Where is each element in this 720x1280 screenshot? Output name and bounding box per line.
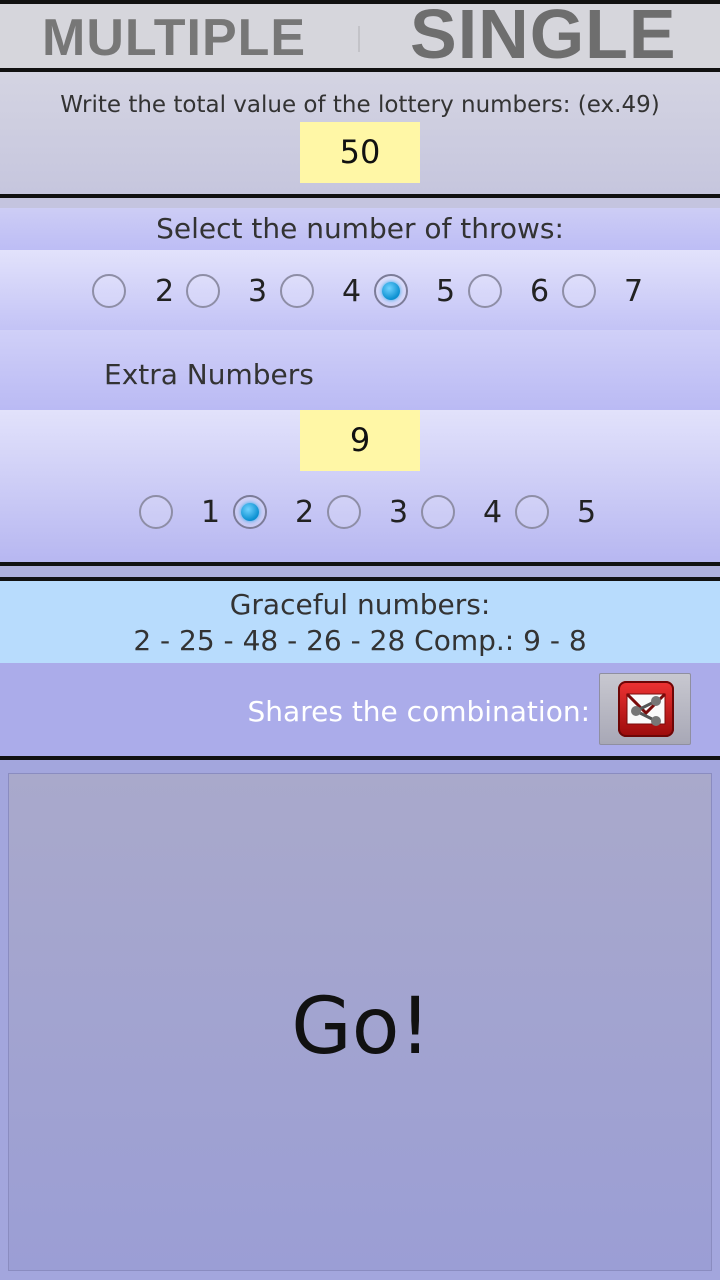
extra-option-label: 5	[577, 495, 597, 530]
tab-single[interactable]: SINGLE	[410, 0, 677, 74]
extra-option-label: 2	[295, 495, 315, 530]
extra-title-row: Extra Numbers	[0, 330, 720, 410]
throws-option-label: 7	[624, 274, 644, 309]
extra-option-label: 1	[201, 495, 221, 530]
extra-radio-1[interactable]	[139, 495, 173, 529]
go-button[interactable]: Go!	[8, 773, 712, 1271]
throws-title-row: Select the number of throws:	[0, 208, 720, 250]
throws-radio-7[interactable]	[562, 274, 596, 308]
tab-bar: MULTIPLE SINGLE	[0, 0, 720, 73]
total-label: Write the total value of the lottery num…	[60, 92, 660, 118]
share-button[interactable]	[599, 673, 691, 745]
total-section: Write the total value of the lottery num…	[0, 72, 720, 194]
graceful-title: Graceful numbers:	[229, 588, 491, 621]
extra-radio-4[interactable]	[421, 495, 455, 529]
extra-radio-3[interactable]	[327, 495, 361, 529]
extra-radio-5[interactable]	[515, 495, 549, 529]
graceful-numbers: 2 - 25 - 48 - 26 - 28 Comp.: 9 - 8	[133, 624, 587, 657]
tab-divider	[358, 26, 360, 52]
share-label: Shares the combination:	[247, 695, 590, 728]
throws-radio-4[interactable]	[280, 274, 314, 308]
spacer	[0, 198, 720, 208]
share-row: Shares the combination:	[0, 663, 720, 756]
extra-option-label: 4	[483, 495, 503, 530]
extra-input[interactable]: 9	[300, 410, 420, 471]
throws-radio-5[interactable]	[374, 274, 408, 308]
share-mail-icon	[618, 681, 674, 737]
extra-numbers-label: Extra Numbers	[104, 358, 314, 391]
throws-radio-group: 2 3 4 5 6 7	[0, 250, 720, 330]
throws-radio-3[interactable]	[186, 274, 220, 308]
throws-radio-6[interactable]	[468, 274, 502, 308]
go-label: Go!	[291, 982, 431, 1072]
throws-option-label: 4	[342, 274, 362, 309]
extra-option-label: 3	[389, 495, 409, 530]
tab-multiple[interactable]: MULTIPLE	[42, 8, 306, 68]
throws-option-label: 6	[530, 274, 550, 309]
throws-label: Select the number of throws:	[156, 212, 564, 245]
throws-radio-2[interactable]	[92, 274, 126, 308]
extra-section: 9 1 2 3 4 5	[0, 410, 720, 562]
throws-option-label: 2	[155, 274, 175, 309]
throws-option-label: 5	[436, 274, 456, 309]
extra-radio-2[interactable]	[233, 495, 267, 529]
total-input[interactable]: 50	[300, 122, 420, 183]
graceful-section: Graceful numbers: 2 - 25 - 48 - 26 - 28 …	[0, 581, 720, 663]
throws-option-label: 3	[248, 274, 268, 309]
